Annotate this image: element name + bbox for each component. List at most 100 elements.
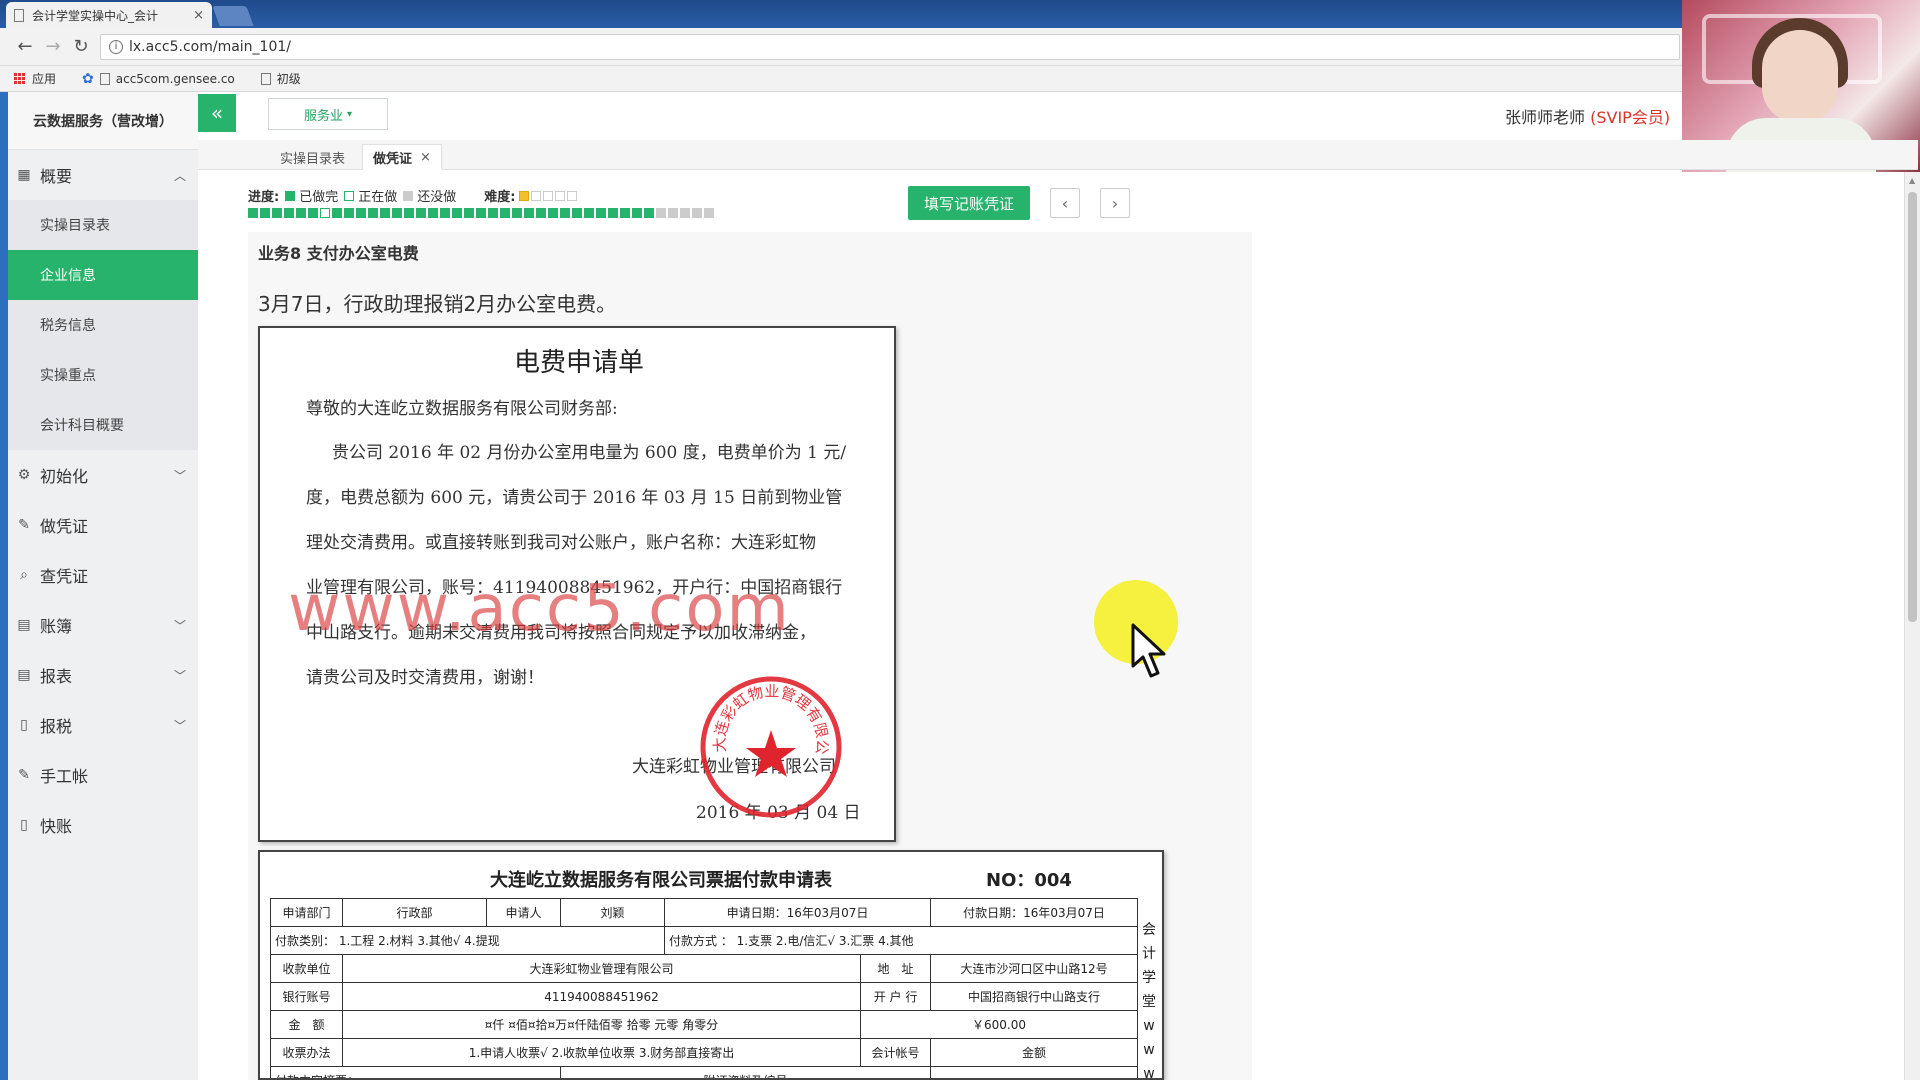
table-row: 收款单位 大连彩虹物业管理有限公司 地 址 大连市沙河口区中山路12号	[270, 954, 1138, 983]
sidebar-group-search-voucher[interactable]: ⌕ 查凭证	[8, 550, 198, 600]
progress-cell	[632, 208, 642, 218]
sidebar-group-reports[interactable]: ▤ 报表 ﹀	[8, 650, 198, 700]
side-vertical-text: 会计学堂www	[1140, 918, 1158, 1078]
sidebar: 云数据服务（营改增） ▦ 概要 ︿ 实操目录表 企业信息 税务信息 实操重点 会…	[8, 92, 198, 1080]
browser-tab[interactable]: 会计学堂实操中心_会计 ×	[6, 2, 212, 28]
progress-cell	[548, 208, 558, 218]
table-row: 付款内容摘要： 附证资料及编号	[270, 1066, 1138, 1078]
back-icon[interactable]: ←	[14, 36, 36, 57]
progress-cell	[524, 208, 534, 218]
todo-swatch	[403, 190, 414, 201]
progress-cell	[356, 208, 366, 218]
browser-tab-bar: 会计学堂实操中心_会计 ×	[0, 0, 1920, 28]
page-scrollbar[interactable]: ▲	[1904, 172, 1920, 1080]
company-title: 云数据服务（营改增）	[8, 92, 198, 150]
progress-cell	[296, 208, 306, 218]
svg-text:大连彩虹物业管理有限公司: 大连彩虹物业管理有限公司	[696, 672, 831, 755]
progress-cell	[380, 208, 390, 218]
prev-button[interactable]: ‹	[1050, 188, 1080, 218]
tab-catalog[interactable]: 实操目录表	[270, 144, 355, 170]
sidebar-item-tax-info[interactable]: 税务信息	[8, 300, 198, 350]
scroll-up-icon[interactable]: ▲	[1909, 176, 1915, 185]
collapse-sidebar-button[interactable]: «	[198, 94, 236, 132]
difficulty-star-icon	[519, 190, 530, 201]
sidebar-group-tax[interactable]: ▯ 报税 ﹀	[8, 700, 198, 750]
progress-cell	[248, 208, 258, 218]
letter-line: 请贵公司及时交清费用，谢谢！	[306, 668, 544, 688]
progress-cell	[452, 208, 462, 218]
doing-swatch	[344, 190, 355, 201]
fill-voucher-button[interactable]: 填写记账凭证	[908, 186, 1030, 220]
sidebar-group-overview[interactable]: ▦ 概要 ︿	[8, 150, 198, 200]
page-icon	[260, 72, 271, 85]
bookmarks-bar: 应用 ✿ acc5com.gensee.co 初级	[0, 66, 1920, 92]
close-icon[interactable]: ×	[420, 150, 431, 165]
bookmark-gensee[interactable]: ✿ acc5com.gensee.co	[82, 71, 235, 87]
scrollbar-thumb[interactable]	[1908, 192, 1917, 622]
letter-line: 贵公司 2016 年 02 月份办公室用电量为 600 度，电费单价为 1 元/	[332, 443, 847, 463]
close-tab-icon[interactable]: ×	[193, 8, 204, 23]
side-char: w	[1143, 1018, 1155, 1034]
info-icon[interactable]: i	[109, 40, 123, 54]
chevron-down-icon: ▾	[346, 108, 353, 120]
table-row: 银行账号 411940088451962 开 户 行 中国招商银行中山路支行	[270, 982, 1138, 1011]
pen-icon: ✎	[18, 517, 30, 533]
sidebar-item-accounts-summary[interactable]: 会计科目概要	[8, 400, 198, 450]
sidebar-group-quick[interactable]: ▯ 快账	[8, 800, 198, 850]
progress-cell	[284, 208, 294, 218]
progress-cell	[500, 208, 510, 218]
difficulty-stars	[519, 190, 579, 201]
presenter-face	[1762, 30, 1838, 122]
url-input[interactable]: i lx.acc5.com/main_101/	[100, 34, 1680, 60]
pen-icon: ✎	[18, 767, 30, 783]
company-seal: 大连彩虹物业管理有限公司	[696, 672, 842, 818]
page-tabs: 实操目录表 做凭证 ×	[198, 140, 1918, 170]
side-char: 堂	[1142, 994, 1156, 1010]
side-char: 会	[1142, 922, 1156, 938]
sidebar-item-company-info[interactable]: 企业信息	[8, 250, 198, 300]
progress-cell	[536, 208, 546, 218]
bookmark-apps[interactable]: 应用	[14, 70, 56, 87]
progress-bar	[248, 208, 716, 218]
progress-cell	[608, 208, 618, 218]
tab-make-voucher[interactable]: 做凭证 ×	[362, 144, 442, 170]
forward-icon[interactable]: →	[42, 36, 64, 57]
left-accent-strip	[0, 92, 8, 1080]
progress-cell	[620, 208, 630, 218]
sidebar-group-init[interactable]: ⚙ 初始化 ﹀	[8, 450, 198, 500]
table-row: 收票办法 1.申请人收票√ 2.收款单位收票 3.财务部直接寄出 会计帐号 金额	[270, 1038, 1138, 1067]
sidebar-group-ledger[interactable]: ▤ 账簿 ﹀	[8, 600, 198, 650]
progress-cell	[404, 208, 414, 218]
gear-icon: ⚙	[17, 467, 31, 483]
form-table: 申请部门 行政部 申请人 刘颖 申请日期：16年03月07日 付款日期：16年0…	[270, 898, 1138, 1078]
letter-line: 理处交清费用。或直接转账到我司对公账户，账户名称：大连彩虹物	[306, 533, 816, 553]
browser-tab-title: 会计学堂实操中心_会计	[32, 8, 159, 23]
sidebar-item-key-points[interactable]: 实操重点	[8, 350, 198, 400]
progress-cell	[428, 208, 438, 218]
report-icon: ▤	[17, 667, 31, 683]
form-title: 大连屹立数据服务有限公司票据付款申请表	[490, 870, 832, 891]
bookmark-junior[interactable]: 初级	[260, 70, 301, 87]
new-tab-button[interactable]	[212, 6, 254, 26]
progress-cell	[416, 208, 426, 218]
difficulty-star-icon	[543, 190, 554, 201]
reload-icon[interactable]: ↻	[70, 36, 92, 57]
progress-cell	[476, 208, 486, 218]
progress-cell	[308, 208, 318, 218]
document-title: 电费申请单	[513, 348, 644, 378]
business-description: 3月7日，行政助理报销2月办公室电费。	[258, 292, 617, 316]
done-swatch	[285, 190, 296, 201]
salutation: 尊敬的大连屹立数据服务有限公司财务部:	[306, 399, 618, 419]
document-icon: ▯	[20, 717, 28, 733]
sidebar-group-manual[interactable]: ✎ 手工帐	[8, 750, 198, 800]
progress-cell	[488, 208, 498, 218]
sidebar-item-catalog[interactable]: 实操目录表	[8, 200, 198, 250]
watermark: www.acc5.com	[288, 572, 791, 646]
progress-cell	[344, 208, 354, 218]
overview-icon: ▦	[17, 167, 31, 183]
side-char: 计	[1142, 946, 1156, 962]
progress-cell	[596, 208, 606, 218]
industry-dropdown[interactable]: 服务业 ▾	[268, 98, 388, 130]
sidebar-group-make-voucher[interactable]: ✎ 做凭证	[8, 500, 198, 550]
next-button[interactable]: ›	[1100, 188, 1130, 218]
